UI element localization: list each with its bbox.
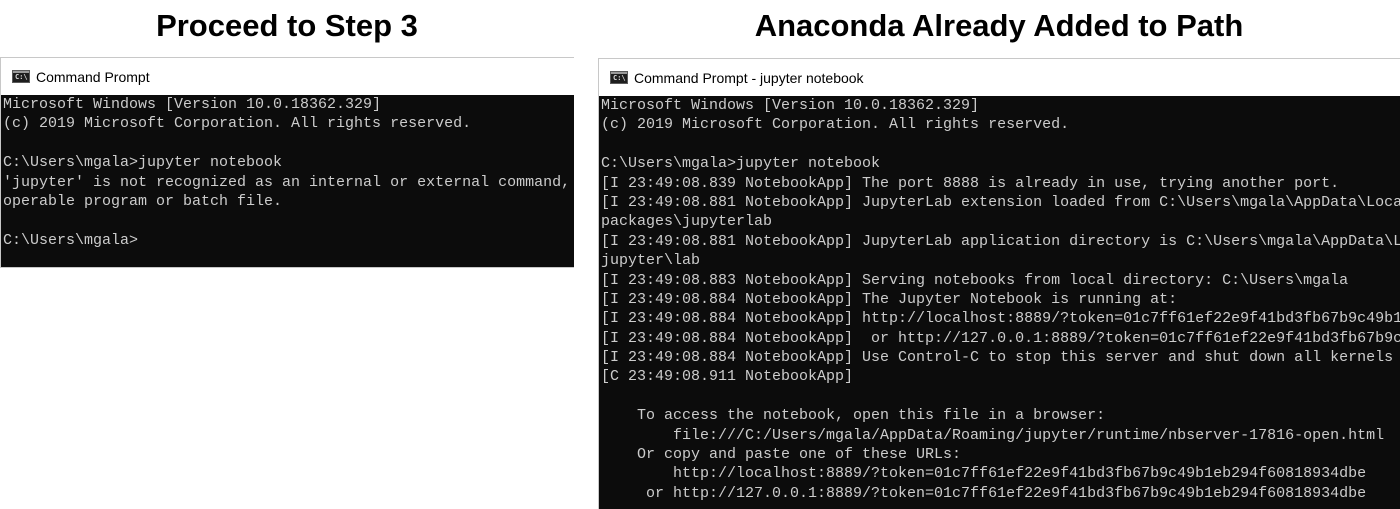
left-window-title: Command Prompt — [36, 68, 150, 85]
console-line: packages\jupyterlab — [601, 213, 773, 231]
console-line: To access the notebook, open this file i… — [601, 407, 1106, 425]
console-line: [I 23:49:08.839 NotebookApp] The port 88… — [601, 174, 1340, 192]
console-line: [I 23:49:08.884 NotebookApp] The Jupyter… — [601, 290, 1178, 308]
right-panel-heading: Anaconda Already Added to Path — [754, 8, 1244, 43]
left-window-titlebar[interactable]: C:\ Command Prompt — [1, 58, 574, 95]
right-window-title: Command Prompt - jupyter notebook — [634, 69, 864, 86]
console-line: (c) 2019 Microsoft Corporation. All righ… — [601, 116, 1070, 134]
console-line: [C 23:49:08.911 NotebookApp] — [601, 368, 854, 386]
console-line: [I 23:49:08.883 NotebookApp] Serving not… — [601, 271, 1349, 289]
console-line: [I 23:49:08.881 NotebookApp] JupyterLab … — [601, 193, 1400, 211]
console-line: Microsoft Windows [Version 10.0.18362.32… — [601, 97, 980, 114]
left-console-output[interactable]: Microsoft Windows [Version 10.0.18362.32… — [1, 95, 570, 250]
console-line: [I 23:49:08.881 NotebookApp] JupyterLab … — [601, 232, 1400, 250]
right-command-prompt-window[interactable]: C:\ Command Prompt - jupyter notebook Mi… — [598, 58, 1400, 509]
console-line: [I 23:49:08.884 NotebookApp] http://loca… — [601, 310, 1400, 328]
console-line: or http://127.0.0.1:8889/?token=01c7ff61… — [601, 484, 1367, 502]
console-line: 'jupyter' is not recognized as an intern… — [3, 173, 571, 191]
console-line: [I 23:49:08.884 NotebookApp] or http://1… — [601, 329, 1400, 347]
console-line: [I 23:49:08.884 NotebookApp] Use Control… — [601, 349, 1400, 367]
command-prompt-icon: C:\ — [610, 71, 628, 84]
console-line: jupyter\lab — [601, 252, 701, 270]
console-line: (c) 2019 Microsoft Corporation. All righ… — [3, 115, 472, 133]
console-line: operable program or batch file. — [3, 192, 283, 210]
console-line: C:\Users\mgala>jupyter notebook — [601, 155, 881, 173]
command-prompt-icon: C:\ — [12, 70, 30, 83]
console-line: file:///C:/Users/mgala/AppData/Roaming/j… — [601, 426, 1385, 444]
right-window-titlebar[interactable]: C:\ Command Prompt - jupyter notebook — [599, 59, 1400, 96]
right-console-output[interactable]: Microsoft Windows [Version 10.0.18362.32… — [599, 96, 1400, 503]
console-line: http://localhost:8889/?token=01c7ff61ef2… — [601, 465, 1367, 483]
console-line: Microsoft Windows [Version 10.0.18362.32… — [3, 96, 382, 113]
console-line: C:\Users\mgala>jupyter notebook — [3, 154, 283, 172]
console-line: C:\Users\mgala> — [3, 231, 139, 249]
left-panel-heading: Proceed to Step 3 — [156, 8, 418, 43]
left-command-prompt-window[interactable]: C:\ Command Prompt Microsoft Windows [Ve… — [0, 57, 574, 268]
console-line: Or copy and paste one of these URLs: — [601, 446, 962, 464]
